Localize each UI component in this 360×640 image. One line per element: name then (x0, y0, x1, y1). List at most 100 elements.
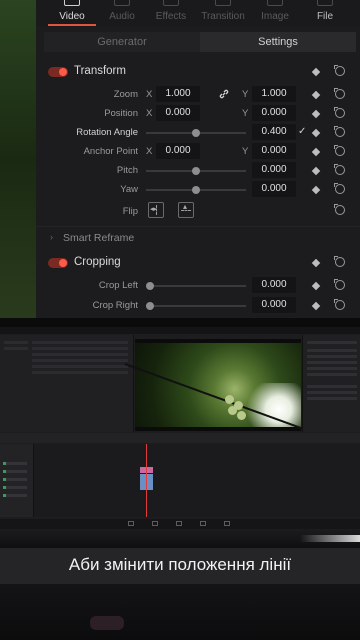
tab-effects[interactable]: Effects (145, 0, 197, 26)
zoom-x-input[interactable]: 1.000 (156, 86, 200, 102)
list-item (32, 371, 128, 374)
anchor-point-row: Anchor Point X 0.000 Y 0.000 (36, 142, 360, 161)
link-icon[interactable] (218, 88, 230, 100)
anchor-y-input[interactable]: 0.000 (252, 143, 296, 159)
keyframe-diamond-icon[interactable] (311, 166, 321, 176)
chevron-down-icon[interactable]: ✓ (298, 126, 308, 137)
keyframe-diamond-icon[interactable] (311, 258, 321, 268)
reset-icon[interactable] (334, 88, 345, 99)
position-y-input[interactable]: 0.000 (252, 105, 296, 121)
inspector-row (307, 349, 357, 352)
keyframe-diamond-icon[interactable] (311, 147, 321, 157)
tab-image-label: Image (261, 11, 289, 22)
playhead[interactable] (146, 444, 147, 517)
keyframe-diamond-icon[interactable] (311, 301, 321, 311)
inspector-row (307, 373, 357, 376)
keyframe-diamond-icon[interactable] (311, 128, 321, 138)
yaw-slider[interactable] (146, 186, 246, 194)
reset-icon[interactable] (334, 65, 345, 76)
keyframe-diamond-icon[interactable] (311, 281, 321, 291)
color-page-icon[interactable] (224, 521, 230, 526)
position-x-input[interactable]: 0.000 (156, 105, 200, 121)
flip-label: Flip (122, 206, 138, 217)
crop-right-slider-knob[interactable] (146, 302, 154, 310)
flip-horizontal-icon[interactable] (148, 202, 164, 218)
keyframe-diamond-icon[interactable] (311, 109, 321, 119)
rotation-input[interactable]: 0.400 (252, 124, 296, 140)
reset-icon[interactable] (334, 126, 345, 137)
pitch-slider-knob[interactable] (192, 167, 200, 175)
transform-enable-toggle[interactable] (48, 67, 68, 77)
pitch-slider[interactable] (146, 167, 246, 175)
subtab-generator[interactable]: Generator (44, 32, 200, 52)
reset-icon[interactable] (334, 204, 345, 215)
video-viewer[interactable] (124, 339, 304, 431)
edit-page-icon[interactable] (176, 521, 182, 526)
list-item (32, 341, 128, 344)
pitch-input[interactable]: 0.000 (252, 162, 296, 178)
reset-icon[interactable] (334, 145, 345, 156)
keyframe-diamond-icon[interactable] (311, 67, 321, 77)
pitch-label: Pitch (116, 165, 138, 176)
subtab-settings[interactable]: Settings (200, 32, 356, 52)
crop-left-slider-knob[interactable] (146, 282, 154, 290)
tab-file[interactable]: File (299, 0, 351, 26)
list-item (32, 359, 128, 362)
track-header (3, 462, 27, 465)
transform-section-header[interactable]: Transform (36, 61, 360, 83)
reset-icon[interactable] (334, 183, 345, 194)
smart-reframe-header[interactable]: › Smart Reframe (36, 226, 360, 248)
zoom-y-axis-label: Y (242, 89, 249, 100)
fusion-page-icon[interactable] (200, 521, 206, 526)
tab-image[interactable]: Image (249, 0, 301, 26)
reset-icon[interactable] (334, 256, 345, 267)
pitch-row: Pitch 0.000 (36, 161, 360, 180)
crop-left-slider[interactable] (146, 282, 246, 290)
crop-right-slider[interactable] (146, 302, 246, 310)
flip-vertical-icon[interactable] (178, 202, 194, 218)
keyframe-diamond-icon[interactable] (311, 185, 321, 195)
bin-item (4, 341, 28, 344)
crop-right-label: Crop Right (92, 300, 138, 311)
video-frame (124, 343, 304, 430)
inspector-row (307, 385, 357, 388)
zoom-y-input[interactable]: 1.000 (252, 86, 296, 102)
video-highlight (245, 383, 301, 427)
reset-icon[interactable] (334, 279, 345, 290)
anchor-y-axis-label: Y (242, 146, 249, 157)
cut-page-icon[interactable] (152, 521, 158, 526)
tab-transition[interactable]: Transition (197, 0, 249, 26)
keyframe-diamond-icon[interactable] (311, 90, 321, 100)
cropping-section-header[interactable]: Cropping (36, 252, 360, 274)
zoom-x-axis-label: X (146, 89, 153, 100)
yaw-slider-knob[interactable] (192, 186, 200, 194)
tab-audio[interactable]: Audio (96, 0, 148, 26)
video-grape (237, 411, 246, 420)
cropping-enable-toggle[interactable] (48, 258, 68, 268)
crop-right-input[interactable]: 0.000 (252, 297, 296, 313)
blurred-clip-shape (90, 616, 124, 630)
reset-icon[interactable] (334, 299, 345, 310)
yaw-label: Yaw (120, 184, 138, 195)
tab-audio-label: Audio (109, 11, 135, 22)
flip-row: Flip (36, 202, 360, 221)
rotation-slider-knob[interactable] (192, 129, 200, 137)
list-item (32, 347, 128, 350)
reset-icon[interactable] (334, 107, 345, 118)
rotation-slider[interactable] (146, 129, 246, 137)
inspector-tab-bar: Video Audio Effects Transition Image Fil… (36, 0, 360, 26)
subtab-bar: Generator Settings (44, 32, 356, 52)
crop-left-input[interactable]: 0.000 (252, 277, 296, 293)
reset-icon[interactable] (334, 164, 345, 175)
crop-left-row: Crop Left 0.000 (36, 276, 360, 295)
video-tab-icon (64, 0, 80, 6)
inspector-row (307, 391, 357, 394)
smart-reframe-title: Smart Reframe (63, 232, 135, 244)
media-page-icon[interactable] (128, 521, 134, 526)
transform-title: Transform (74, 65, 126, 77)
tab-video[interactable]: Video (46, 0, 98, 26)
timeline (0, 444, 360, 517)
anchor-x-input[interactable]: 0.000 (156, 143, 200, 159)
inspector-row (307, 355, 357, 358)
yaw-input[interactable]: 0.000 (252, 181, 296, 197)
